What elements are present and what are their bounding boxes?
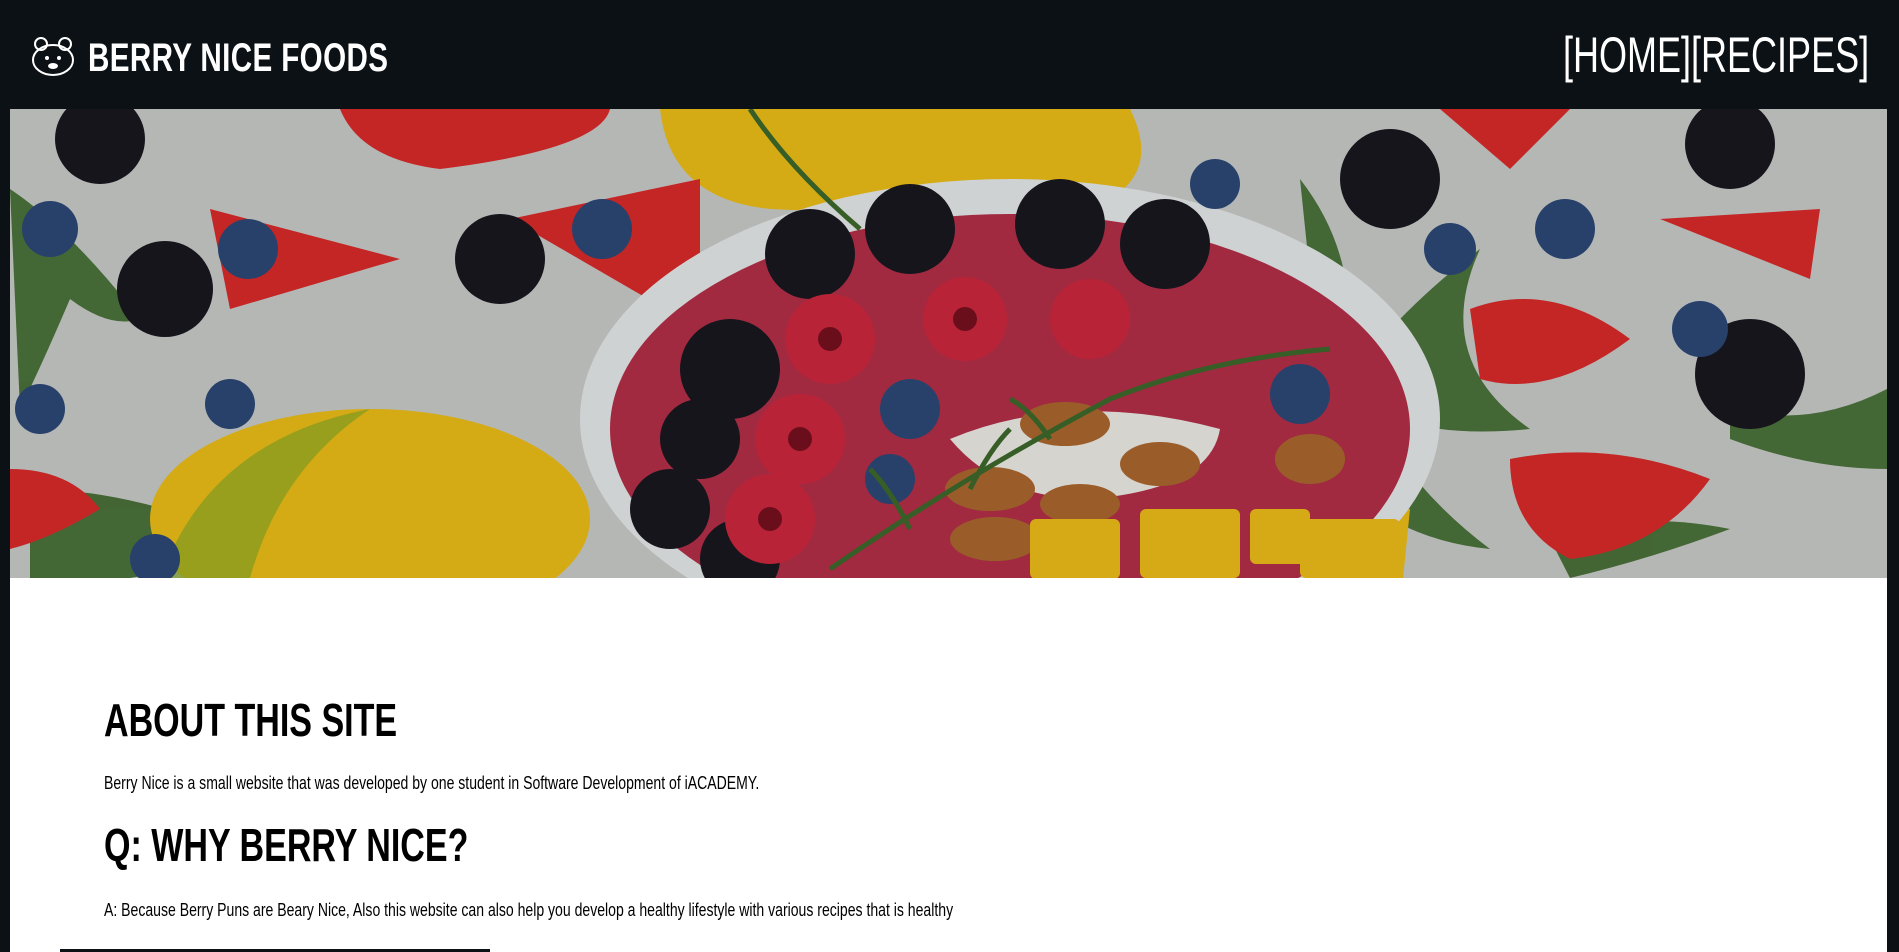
why-text: A: Because Berry Puns are Beary Nice, Al… [104, 900, 954, 920]
site-header: BERRY NICE FOODS [HOME] [RECIPES] [0, 0, 1899, 109]
brand[interactable]: BERRY NICE FOODS [29, 34, 494, 83]
main-nav: [HOME] [RECIPES] [1444, 26, 1869, 84]
about-heading: ABOUT THIS SITE [104, 694, 398, 746]
why-heading: Q: WHY BERRY NICE? [104, 819, 469, 871]
nav-recipes-link[interactable]: [RECIPES] [1691, 26, 1869, 84]
hero-image [10, 109, 1887, 578]
nav-home-link[interactable]: [HOME] [1563, 26, 1691, 84]
smoothie-bowl-illustration [10, 109, 1887, 578]
brand-name: BERRY NICE FOODS [88, 36, 389, 80]
main-content: ABOUT THIS SITE Berry Nice is a small we… [10, 578, 1887, 952]
about-text: Berry Nice is a small website that was d… [104, 773, 760, 793]
bear-icon [29, 34, 79, 83]
